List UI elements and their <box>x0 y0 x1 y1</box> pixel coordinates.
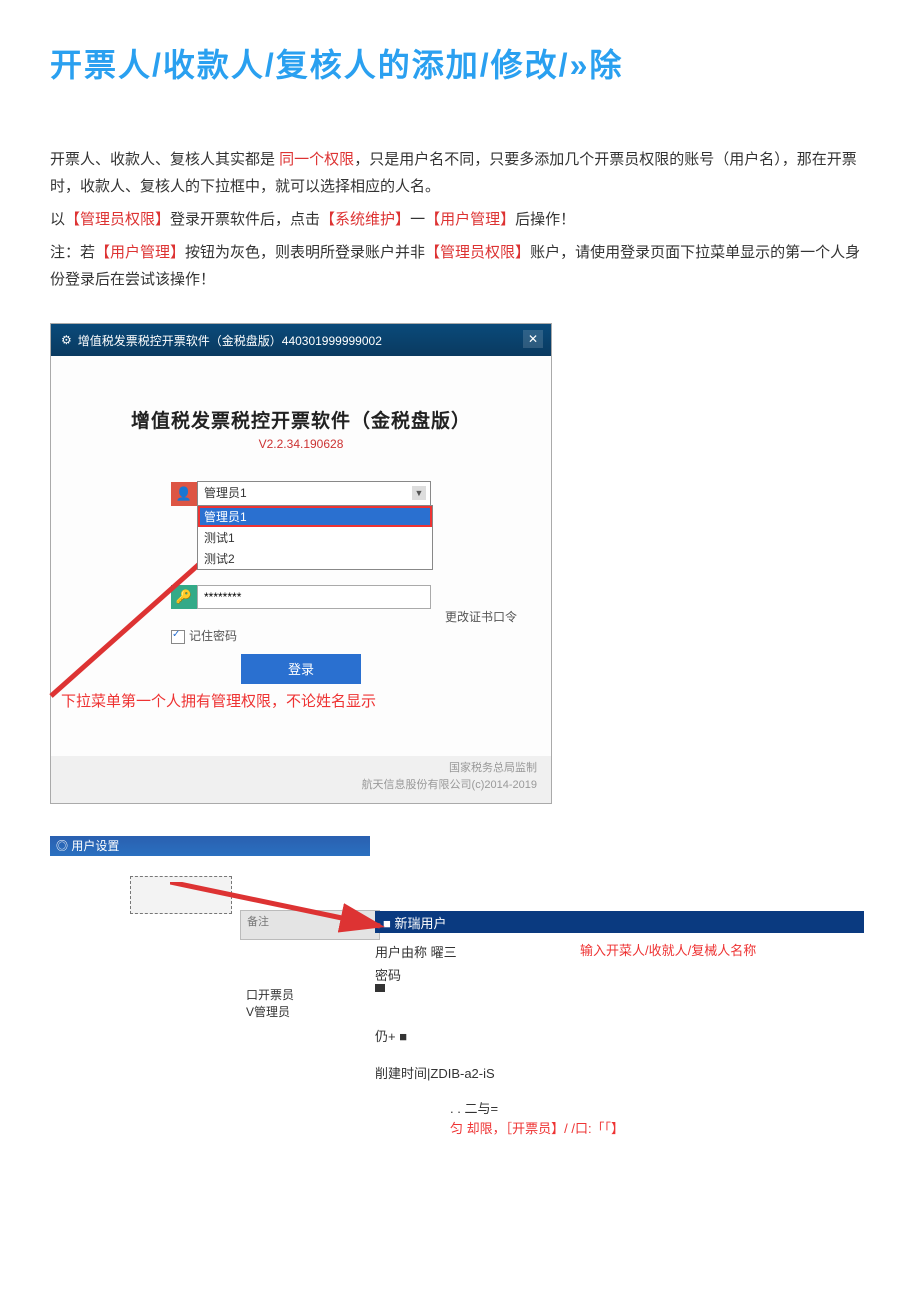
app-version: V2.2.34.190628 <box>81 437 521 451</box>
red-annotation-perm: 匀 却限，［开票员】/ /口:「「】 <box>450 1118 624 1137</box>
create-time-label: 削建时间|ZDIB-a2-iS <box>375 1063 495 1082</box>
password-label: 密码 <box>375 965 457 984</box>
note-label: 仍+ ■ <box>375 1026 495 1045</box>
change-cert-link[interactable]: 更改证书口令 <box>445 608 517 625</box>
role-invoice: 口开票员 <box>246 986 294 1003</box>
user-dropdown-row: 👤 管理员1 ▼ 管理员1 测试1 测试2 <box>171 481 431 507</box>
login-button[interactable]: 登录 <box>241 654 361 684</box>
remember-checkbox[interactable] <box>171 630 185 644</box>
gray-panel: 备注 <box>240 910 380 940</box>
dropdown-list: 管理员1 测试1 测试2 <box>197 505 433 570</box>
role-admin: V管理员 <box>246 1003 294 1020</box>
dialog-header: ■ 新瑞用户 <box>375 911 864 933</box>
password-field[interactable] <box>197 585 431 609</box>
intro-p2: 以【管理员权限】登录开票软件后，点击【系统维护】一【用户管理】后操作！ <box>50 206 870 233</box>
cog-icon: ⚙ <box>61 333 72 347</box>
titlebar-text: 增值税发票税控开票软件（金税盘版）440301999999002 <box>78 332 382 349</box>
intro-p1: 开票人、收款人、复核人其实都是 同一个权限，只是用户名不同，只要多添加几个开票员… <box>50 146 870 200</box>
user-settings-screenshot: 备注 ■ 新瑞用户 用户由称 曜三 密码 输入开菜人/收就人/复械人名称 口开票… <box>50 866 870 1186</box>
key-icon: 🔑 <box>171 585 197 609</box>
form-area-1: 用户由称 曜三 密码 <box>375 938 457 988</box>
dropdown-option[interactable]: 管理员1 <box>198 506 432 527</box>
gov-note: 国家税务总局监制 航天信息股份有限公司(c)2014-2019 <box>51 756 551 803</box>
eq-text: . . 二与= <box>450 1098 498 1117</box>
dashed-placeholder <box>130 876 232 914</box>
window-titlebar: ⚙ 增值税发票税控开票软件（金税盘版）440301999999002 ✕ <box>51 324 551 356</box>
annotation-text: 下拉菜单第一个人拥有管理权限，不论姓名显示 <box>61 690 521 711</box>
app-name: 增值税发票税控开票软件（金税盘版） <box>81 406 521 433</box>
user-dropdown[interactable]: 管理员1 ▼ <box>197 481 431 507</box>
remember-row: 记住密码 <box>171 627 431 644</box>
close-icon[interactable]: ✕ <box>523 330 543 348</box>
form-area-2: 仍+ ■ 削建时间|ZDIB-a2-iS <box>375 1026 495 1082</box>
user-icon: 👤 <box>171 482 197 506</box>
blob-icon <box>375 984 385 992</box>
dropdown-option[interactable]: 测试1 <box>198 527 432 548</box>
remember-label: 记住密码 <box>189 629 237 643</box>
red-annotation-input: 输入开菜人/收就人/复械人名称 <box>580 940 756 959</box>
page-title: 开票人/收款人/复核人的添加/修改/»除 <box>50 40 870 86</box>
username-label: 用户由称 曜三 <box>375 942 457 961</box>
role-box: 口开票员 V管理员 <box>246 986 294 1020</box>
user-settings-titlebar: ◎ 用户设置 <box>50 836 370 856</box>
login-screenshot: ⚙ 增值税发票税控开票软件（金税盘版）440301999999002 ✕ 增值税… <box>50 323 552 804</box>
intro-p3: 注：若【用户管理】按钮为灰色，则表明所登录账户并非【管理员权限】账户，请使用登录… <box>50 239 870 293</box>
dropdown-option[interactable]: 测试2 <box>198 548 432 569</box>
chevron-down-icon[interactable]: ▼ <box>412 486 426 500</box>
password-row: 🔑 <box>171 585 431 609</box>
dropdown-selected-label: 管理员1 <box>204 486 247 500</box>
